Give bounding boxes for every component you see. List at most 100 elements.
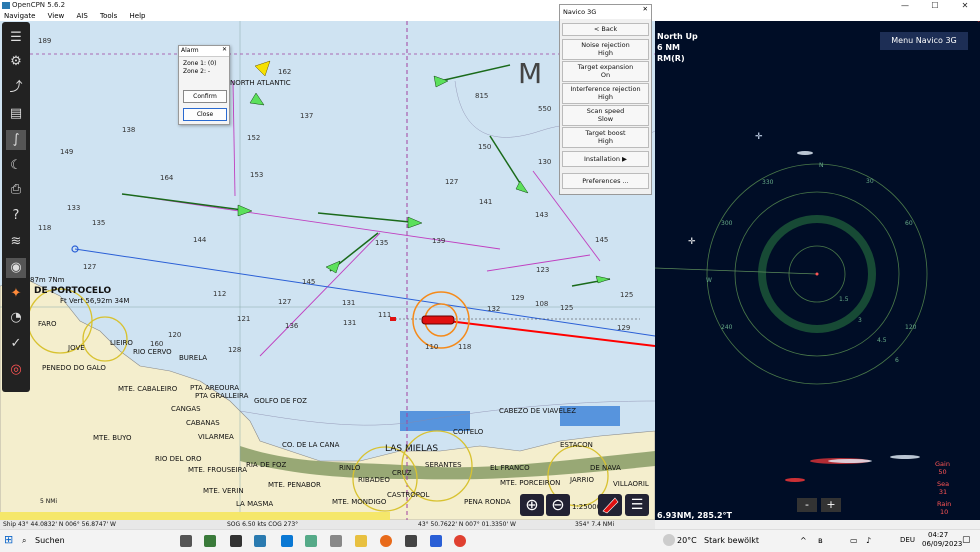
place-label: JOVE xyxy=(68,344,85,352)
depth-label: 136 xyxy=(285,322,299,330)
window-title: OpenCPN 5.6.2 xyxy=(12,1,66,9)
place-label: MTE. PENABOR xyxy=(268,481,321,489)
app-icon[interactable] xyxy=(430,535,442,547)
zoom-out-button[interactable]: ⊖ xyxy=(546,494,570,516)
route-icon[interactable]: ⤴ xyxy=(6,78,26,98)
radar-echo xyxy=(890,455,920,459)
app-icon[interactable] xyxy=(204,535,216,547)
network-icon[interactable]: ▭ xyxy=(850,536,858,545)
app-icon[interactable] xyxy=(305,535,317,547)
settings-app-icon[interactable] xyxy=(180,535,192,547)
language-indicator[interactable]: DEU xyxy=(900,536,915,544)
item-value: High xyxy=(598,137,613,145)
clock-time[interactable]: 04:27 xyxy=(928,531,948,539)
zoom-in-button[interactable]: ⊕ xyxy=(520,494,544,516)
radar-cursor-readout: 6.93NM, 285.2°T xyxy=(657,511,732,520)
bluetooth-icon[interactable]: ʙ xyxy=(818,536,823,545)
ais-vector xyxy=(121,193,251,212)
bearing-label: N xyxy=(819,162,824,169)
ais-target-icon[interactable] xyxy=(595,275,611,284)
menu-view[interactable]: View xyxy=(48,12,65,20)
dashboard-icon[interactable]: ◔ xyxy=(6,308,26,328)
ais-target-icon[interactable] xyxy=(325,260,341,274)
menu-help[interactable]: Help xyxy=(130,12,146,20)
windows-start-icon[interactable]: ⊞ xyxy=(4,534,16,546)
place-label: JARRIO xyxy=(570,476,595,484)
hamburger-menu-button[interactable]: ☰ xyxy=(625,494,649,516)
weather-text[interactable]: Stark bewölkt xyxy=(704,536,759,545)
chrome-icon[interactable] xyxy=(454,535,466,547)
bearing-label: 120 xyxy=(905,324,917,331)
depth-label: 112 xyxy=(213,290,227,298)
ais-target-icon[interactable] xyxy=(433,75,449,88)
close-button[interactable]: Close xyxy=(183,108,227,121)
radar-range-plus-button[interactable]: + xyxy=(821,498,841,512)
noise-rejection-button[interactable]: Noise rejection High xyxy=(562,39,649,60)
chart-canvas[interactable]: 189 162 137 138 152 149 164 153 815 550 … xyxy=(0,21,655,520)
target-expansion-button[interactable]: Target expansion On xyxy=(562,61,649,82)
depth-label: 131 xyxy=(342,299,356,307)
place-label: CO. DE LA CANA xyxy=(282,441,340,449)
preferences-button[interactable]: Preferences ... xyxy=(562,173,649,189)
radar-echo xyxy=(785,478,805,482)
app-icon[interactable] xyxy=(230,535,242,547)
track-icon[interactable]: ∫ xyxy=(6,130,26,150)
ais-target-icon[interactable] xyxy=(237,204,253,217)
depth-label: 133 xyxy=(67,204,81,212)
ais-target-icon[interactable] xyxy=(407,216,423,229)
tide-icon[interactable]: ≋ xyxy=(6,232,26,252)
menu-tools[interactable]: Tools xyxy=(100,12,117,20)
help-icon[interactable]: ? xyxy=(6,206,26,226)
scan-speed-button[interactable]: Scan speed Slow xyxy=(562,105,649,126)
ais-target-yellow[interactable] xyxy=(254,60,271,77)
ownship-icon[interactable] xyxy=(421,315,455,325)
app-icon[interactable] xyxy=(330,535,342,547)
document-icon[interactable]: ▤ xyxy=(6,104,26,124)
clock-date[interactable]: 06/09/2023 xyxy=(922,540,962,548)
app-icon[interactable] xyxy=(405,535,417,547)
navico-plugin-icon[interactable]: ✦ xyxy=(6,284,26,304)
ownship-follow-button[interactable] xyxy=(598,494,622,516)
minimize-button[interactable]: — xyxy=(890,0,920,11)
notification-icon[interactable]: ▢ xyxy=(962,535,971,545)
menu-icon[interactable]: ☰ xyxy=(6,28,26,48)
moon-icon[interactable]: ☾ xyxy=(6,156,26,176)
back-button[interactable]: < Back xyxy=(562,23,649,36)
chevron-up-icon[interactable]: ^ xyxy=(800,536,807,545)
lifebuoy-icon[interactable]: ◎ xyxy=(6,360,26,380)
weather-temp[interactable]: 20°C xyxy=(677,536,697,545)
radar-range-minus-button[interactable]: - xyxy=(797,498,817,512)
close-window-button[interactable]: ✕ xyxy=(950,0,980,11)
range-label: 4.5 xyxy=(877,337,887,344)
volume-icon[interactable]: ♪ xyxy=(866,536,871,545)
windows-taskbar: ⊞ ⌕ Suchen 20°C Stark bewölkt ^ ʙ ▭ ♪ DE… xyxy=(0,529,980,552)
place-label: MTE. BUYO xyxy=(93,434,132,442)
settings-icon[interactable]: ⚙ xyxy=(6,52,26,72)
interference-rejection-button[interactable]: Interference rejection High xyxy=(562,83,649,104)
installation-button[interactable]: Installation ▶ xyxy=(562,151,649,167)
depth-label: 143 xyxy=(535,211,549,219)
checklist-icon[interactable]: ✓ xyxy=(6,334,26,354)
target-boost-button[interactable]: Target boost High xyxy=(562,127,649,148)
firefox-icon[interactable] xyxy=(380,535,392,547)
place-label: COITELO xyxy=(453,428,484,436)
app-icon[interactable] xyxy=(281,535,293,547)
radar-icon[interactable]: ◉ xyxy=(6,258,26,278)
print-icon[interactable]: ⎙ xyxy=(6,180,26,200)
radar-ppi-window[interactable]: ✛ ✛ North Up 6 NM RM(R) N 30 60 330 300 … xyxy=(655,21,980,520)
place-label: MTE. MONDIGO xyxy=(332,498,387,506)
ais-target-icon[interactable] xyxy=(515,180,529,194)
close-icon[interactable]: ✕ xyxy=(222,46,227,53)
file-explorer-icon[interactable] xyxy=(355,535,367,547)
maximize-button[interactable]: ☐ xyxy=(920,0,950,11)
taskbar-search[interactable]: ⌕ Suchen xyxy=(22,533,162,549)
app-icon[interactable] xyxy=(254,535,266,547)
ais-target-icon[interactable] xyxy=(249,92,265,106)
menu-ais[interactable]: AIS xyxy=(77,12,88,20)
radar-menu-button[interactable]: Menu Navico 3G xyxy=(880,32,968,50)
close-icon[interactable]: ✕ xyxy=(643,5,648,13)
navico-menu-title: Navico 3G xyxy=(560,5,651,19)
confirm-button[interactable]: Confirm xyxy=(183,90,227,103)
depth-label: 111 xyxy=(378,311,392,319)
menu-navigate[interactable]: Navigate xyxy=(4,12,35,20)
